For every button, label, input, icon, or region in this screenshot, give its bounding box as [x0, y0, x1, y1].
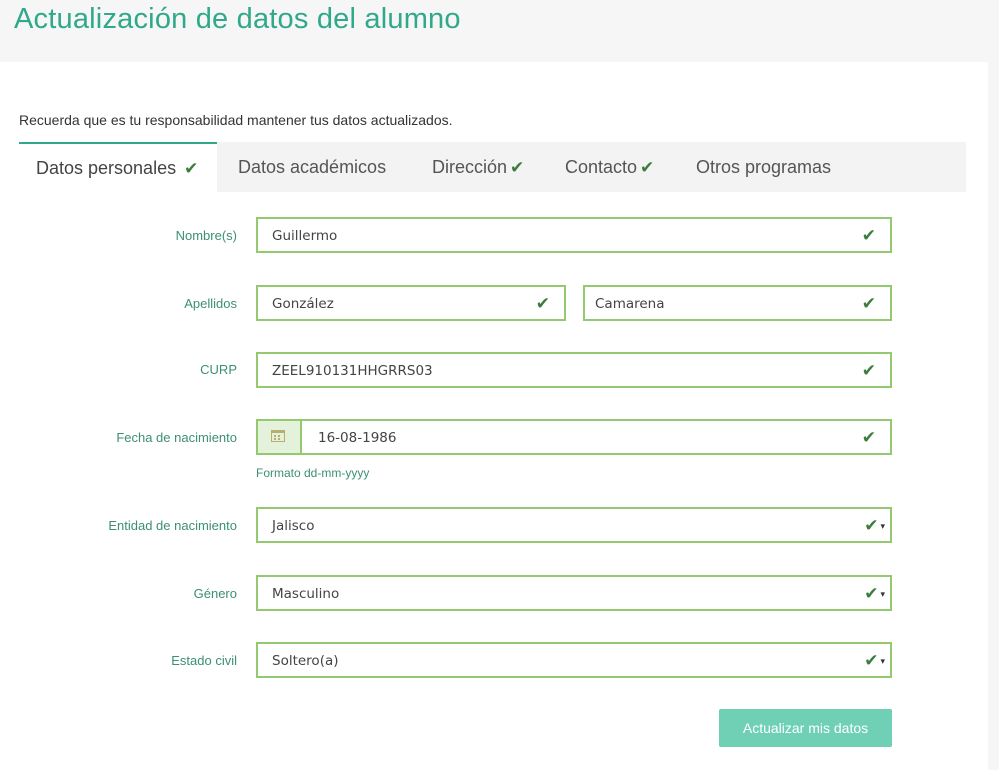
check-icon: ✔	[510, 158, 525, 177]
apellido-materno-value: Camarena	[595, 296, 665, 312]
tab-contacto[interactable]: Contacto ✔	[565, 142, 654, 192]
genero-select[interactable]: Masculino ✔ ▾	[256, 575, 892, 611]
curp-label: CURP	[200, 362, 237, 377]
fecha-label: Fecha de nacimiento	[116, 430, 237, 445]
apellido-paterno-value: González	[272, 296, 334, 312]
tab-bar: Datos personales ✔ Datos académicos Dire…	[19, 142, 966, 192]
check-glyph: ✔	[864, 651, 879, 670]
page-title: Actualización de datos del alumno	[14, 3, 461, 35]
check-icon: ✔	[535, 294, 550, 313]
update-data-button[interactable]: Actualizar mis datos	[719, 709, 892, 747]
fecha-hint: Formato dd-mm-yyyy	[256, 466, 370, 480]
chevron-down-icon: ▾	[880, 589, 885, 599]
tab-label: Datos académicos	[238, 157, 387, 177]
calendar-icon	[271, 430, 285, 442]
tab-otros-programas[interactable]: Otros programas	[696, 142, 831, 192]
tab-label: Otros programas	[696, 157, 832, 177]
fecha-field[interactable]: 16-08-1986 ✔	[256, 419, 892, 455]
estado-civil-label: Estado civil	[171, 653, 237, 668]
chevron-down-icon: ▾	[880, 521, 885, 531]
check-icon: ✔	[861, 428, 876, 447]
genero-value: Masculino	[272, 586, 340, 602]
entidad-select[interactable]: Jalisco ✔ ▾	[256, 507, 892, 543]
entidad-label: Entidad de nacimiento	[108, 518, 237, 533]
estado-civil-select[interactable]: Soltero(a) ✔ ▾	[256, 642, 892, 678]
chevron-down-icon: ▾	[880, 656, 885, 666]
apellidos-label: Apellidos	[184, 296, 237, 311]
estado-civil-value: Soltero(a)	[272, 653, 339, 669]
calendar-addon[interactable]	[258, 421, 302, 453]
genero-label: Género	[193, 586, 237, 601]
apellido-materno-field[interactable]: Camarena ✔	[583, 285, 892, 321]
apellido-paterno-field[interactable]: González ✔	[256, 285, 566, 321]
curp-value: ZEEL910131HHGRRS03	[272, 363, 433, 379]
tab-label: Datos personales	[36, 158, 177, 178]
intro-text: Recuerda que es tu responsabilidad mante…	[19, 112, 453, 128]
check-icon: ✔	[861, 226, 876, 245]
fecha-value: 16-08-1986	[318, 430, 397, 446]
nombre-value: Guillermo	[272, 228, 338, 244]
check-glyph: ✔	[864, 516, 879, 535]
nombre-field[interactable]: Guillermo ✔	[256, 217, 892, 253]
check-icon: ✔	[640, 158, 655, 177]
tab-datos-personales[interactable]: Datos personales ✔	[19, 142, 217, 192]
entidad-value: Jalisco	[272, 518, 315, 534]
check-glyph: ✔	[864, 584, 879, 603]
check-icon: ✔ ▾	[864, 584, 885, 604]
check-icon: ✔	[861, 361, 876, 380]
tab-direccion[interactable]: Dirección ✔	[432, 142, 524, 192]
check-icon: ✔ ▾	[864, 651, 885, 671]
curp-field[interactable]: ZEEL910131HHGRRS03 ✔	[256, 352, 892, 388]
nombre-label: Nombre(s)	[175, 228, 237, 243]
tab-label: Dirección	[432, 157, 508, 177]
check-icon: ✔	[861, 294, 876, 313]
check-icon: ✔	[184, 159, 199, 178]
check-icon: ✔ ▾	[864, 516, 885, 536]
tab-datos-academicos[interactable]: Datos académicos	[238, 142, 386, 192]
tab-label: Contacto	[565, 157, 638, 177]
